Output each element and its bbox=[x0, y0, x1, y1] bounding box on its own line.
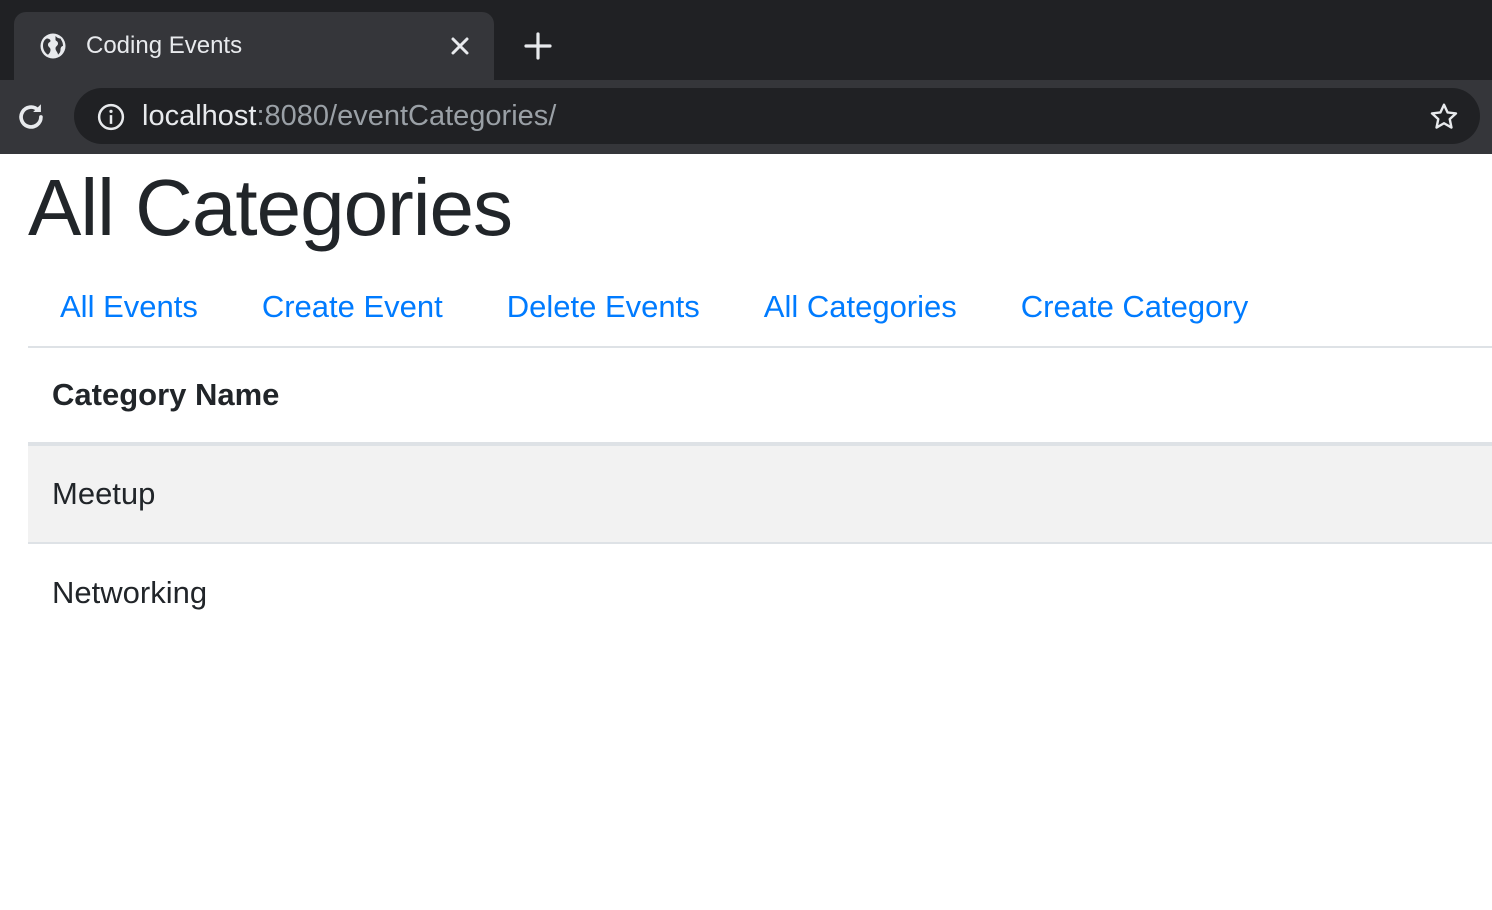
category-name-cell: Meetup bbox=[52, 476, 156, 511]
nav-delete-events[interactable]: Delete Events bbox=[475, 286, 732, 330]
url-path: :8080/eventCategories/ bbox=[256, 100, 557, 132]
page-title: All Categories bbox=[28, 163, 513, 252]
categories-table: Category Name Meetup Networking bbox=[28, 346, 1492, 642]
nav-create-category[interactable]: Create Category bbox=[989, 286, 1280, 330]
table-row: Meetup bbox=[28, 446, 1492, 544]
bookmark-star-icon[interactable] bbox=[1428, 101, 1460, 133]
close-icon[interactable] bbox=[448, 34, 472, 58]
main-nav: All Events Create Event Delete Events Al… bbox=[28, 286, 1280, 330]
nav-all-events[interactable]: All Events bbox=[28, 286, 230, 330]
new-tab-icon[interactable] bbox=[522, 30, 554, 62]
url-host: localhost bbox=[142, 100, 257, 132]
globe-icon bbox=[40, 33, 66, 59]
column-header-category-name: Category Name bbox=[52, 377, 280, 412]
url-text[interactable]: localhost:8080/eventCategories/ bbox=[142, 98, 556, 134]
nav-create-event[interactable]: Create Event bbox=[230, 286, 475, 330]
browser-tab[interactable]: Coding Events bbox=[14, 12, 494, 80]
tab-strip: Coding Events bbox=[0, 0, 1492, 80]
reload-icon[interactable] bbox=[14, 100, 48, 134]
info-icon[interactable] bbox=[96, 102, 126, 132]
table-row: Networking bbox=[28, 544, 1492, 642]
table-header: Category Name bbox=[28, 348, 1492, 446]
nav-all-categories[interactable]: All Categories bbox=[732, 286, 989, 330]
category-name-cell: Networking bbox=[52, 575, 208, 610]
tab-title: Coding Events bbox=[86, 32, 243, 59]
